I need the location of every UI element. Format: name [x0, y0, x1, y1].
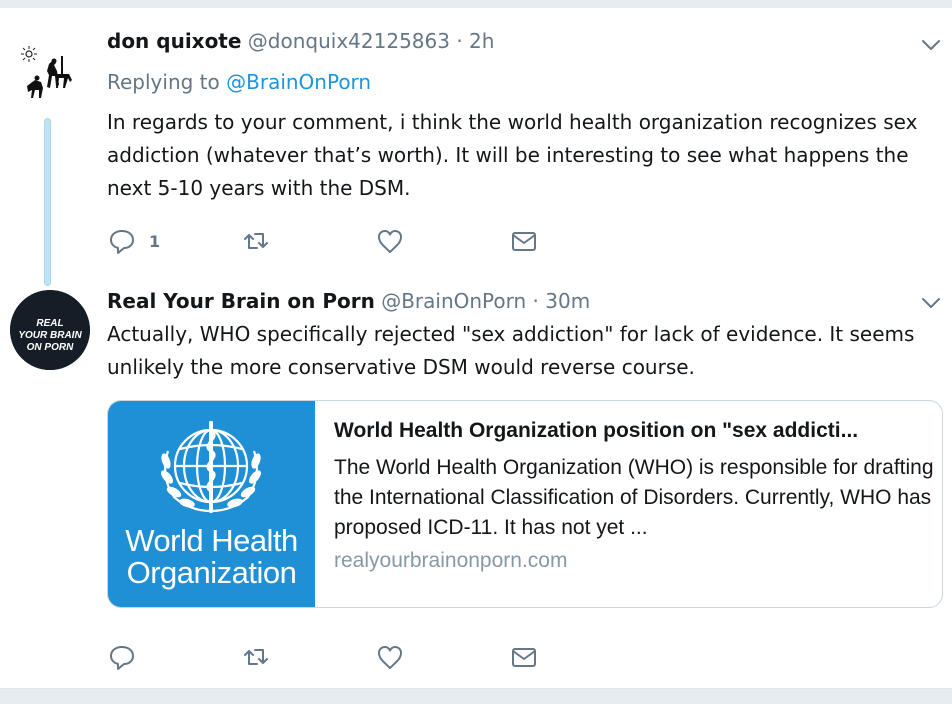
chevron-down-icon[interactable]	[920, 34, 942, 56]
card-image: World Health Organization	[108, 401, 315, 607]
card-title[interactable]: World Health Organization position on "s…	[334, 419, 934, 443]
tweet-main[interactable]: REAL YOUR BRAIN ON PORN Real Your Brain …	[0, 280, 952, 688]
replying-to: Replying to @BrainOnPorn	[107, 70, 371, 94]
card-domain[interactable]: realyourbrainonporn.com	[334, 549, 934, 573]
retweet-button[interactable]	[241, 642, 271, 672]
tweet-text: In regards to your comment, i think the …	[107, 110, 918, 200]
brand-logo-icon: REAL YOUR BRAIN ON PORN	[10, 290, 90, 370]
retweet-icon	[244, 649, 268, 665]
reply-count: 1	[149, 231, 161, 251]
avatar-line-1: REAL	[36, 318, 63, 329]
like-button[interactable]	[375, 642, 405, 672]
direct-message-button[interactable]	[509, 642, 539, 672]
envelope-icon	[512, 648, 536, 667]
envelope-icon	[512, 232, 536, 251]
heart-icon	[378, 646, 402, 669]
avatar-line-2: YOUR BRAIN	[18, 330, 82, 341]
author-name[interactable]: don quixote	[107, 29, 241, 53]
avatar-line-3: ON PORN	[27, 342, 74, 353]
reply-button[interactable]	[107, 642, 137, 672]
chevron-down-icon[interactable]	[920, 292, 942, 314]
tweet-header: don quixote @donquix42125863 · 2h	[107, 29, 494, 53]
retweet-icon	[244, 233, 268, 249]
link-preview-card[interactable]: World Health Organization World Health O…	[107, 400, 943, 608]
bottom-separator	[0, 688, 952, 704]
author-name[interactable]: Real Your Brain on Porn	[107, 289, 375, 313]
tweet-timestamp[interactable]: · 2h	[456, 29, 494, 53]
card-content: World Health Organization position on "s…	[334, 419, 934, 573]
replying-prefix: Replying to	[107, 70, 220, 94]
retweet-button[interactable]	[241, 226, 271, 256]
reply-icon	[110, 646, 134, 670]
top-separator	[0, 0, 952, 8]
tweet-actions	[107, 642, 567, 672]
avatar[interactable]: REAL YOUR BRAIN ON PORN	[10, 290, 90, 370]
tweet-header: Real Your Brain on Porn @BrainOnPorn · 3…	[107, 289, 590, 313]
author-handle[interactable]: @donquix42125863	[248, 29, 450, 53]
replying-to-mention[interactable]: @BrainOnPorn	[226, 70, 371, 94]
author-handle[interactable]: @BrainOnPorn	[381, 289, 526, 313]
card-image-text-1: World Health	[125, 523, 298, 558]
heart-icon	[378, 230, 402, 253]
tweet-actions: 1	[107, 226, 567, 256]
avatar[interactable]	[9, 34, 87, 112]
tweet-text: Actually, WHO specifically rejected "sex…	[107, 322, 915, 379]
tweet-reply[interactable]: don quixote @donquix42125863 · 2h Replyi…	[0, 8, 952, 286]
like-button[interactable]	[375, 226, 405, 256]
reply-button[interactable]: 1	[107, 226, 160, 256]
direct-message-button[interactable]	[509, 226, 539, 256]
tweet-timestamp[interactable]: · 30m	[533, 289, 591, 313]
card-image-text-2: Organization	[126, 555, 297, 590]
card-description: The World Health Organization (WHO) is r…	[334, 456, 934, 539]
who-emblem-icon	[161, 421, 261, 513]
thread-connector-line	[44, 118, 51, 286]
don-quixote-silhouette-icon	[9, 34, 87, 112]
reply-icon	[110, 230, 134, 254]
